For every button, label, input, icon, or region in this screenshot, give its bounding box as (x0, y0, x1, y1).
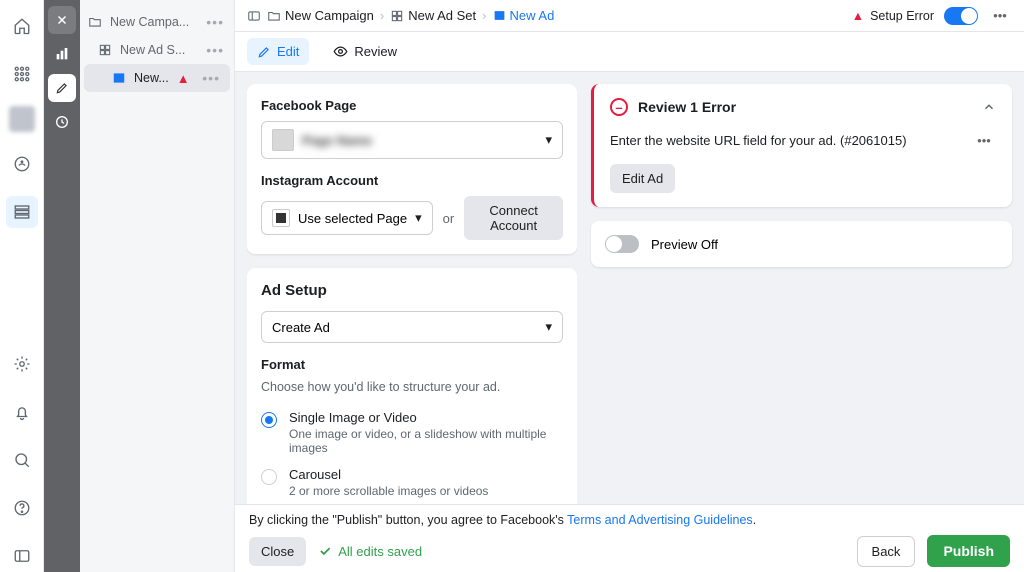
tree-adset-more[interactable]: ••• (204, 42, 226, 58)
more-options-icon[interactable]: ••• (988, 4, 1012, 28)
connect-account-button[interactable]: Connect Account (464, 196, 563, 240)
apps-icon[interactable] (6, 58, 38, 90)
tree-campaign[interactable]: New Campa... ••• (80, 8, 234, 36)
ad-setup-title: Ad Setup (261, 282, 563, 299)
setup-error-indicator[interactable]: ▲Setup Error (852, 9, 934, 23)
instagram-account-label: Instagram Account (261, 173, 563, 188)
search-icon[interactable] (6, 444, 38, 476)
saved-indicator: All edits saved (318, 544, 422, 559)
topbar: New Campaign › New Ad Set › New Ad ▲Setu… (235, 0, 1024, 32)
error-title: Review 1 Error (638, 99, 736, 115)
publish-button[interactable]: Publish (927, 535, 1010, 567)
terms-link[interactable]: Terms and Advertising Guidelines (567, 513, 753, 527)
global-nav-rail (0, 0, 44, 572)
tree-ad-warning-icon: ▲ (177, 71, 190, 86)
main-content: New Campaign › New Ad Set › New Ad ▲Setu… (235, 0, 1024, 572)
or-text: or (443, 211, 455, 226)
crumb-adset[interactable]: New Ad Set (390, 8, 476, 23)
crumb-ad[interactable]: New Ad (493, 8, 555, 23)
edit-ad-button[interactable]: Edit Ad (610, 164, 675, 193)
chart-icon[interactable] (48, 40, 76, 68)
identity-card: Facebook Page Page Name ▾ Instagram Acco… (247, 84, 577, 254)
chevron-right-icon: › (380, 8, 384, 23)
format-option-carousel[interactable]: Carousel2 or more scrollable images or v… (261, 461, 563, 504)
warning-icon: ▲ (852, 9, 864, 23)
tree-adset-label: New Ad S... (120, 43, 185, 57)
format-hint: Choose how you'd like to structure your … (261, 380, 563, 394)
preview-label: Preview Off (651, 237, 718, 252)
home-icon[interactable] (6, 10, 38, 42)
tree-adset[interactable]: New Ad S... ••• (80, 36, 234, 64)
active-toggle[interactable] (944, 7, 978, 25)
tab-edit[interactable]: Edit (247, 38, 309, 65)
radio-icon (261, 412, 277, 428)
instagram-select[interactable]: Use selected Page ▾ (261, 201, 433, 235)
format-label: Format (261, 357, 563, 372)
radio-icon (261, 469, 277, 485)
settings-icon[interactable] (6, 348, 38, 380)
ad-setup-card: Ad Setup Create Ad ▾ Format Choose how y… (247, 268, 577, 504)
tab-review[interactable]: Review (323, 38, 407, 65)
create-ad-select[interactable]: Create Ad ▾ (261, 311, 563, 343)
notifications-icon[interactable] (6, 396, 38, 428)
collapse-icon[interactable] (6, 540, 38, 572)
help-icon[interactable] (6, 492, 38, 524)
history-icon[interactable] (48, 108, 76, 136)
tree-ad-more[interactable]: ••• (200, 70, 222, 86)
chevron-right-icon: › (482, 8, 486, 23)
tree-campaign-more[interactable]: ••• (204, 14, 226, 30)
gauge-icon[interactable] (6, 148, 38, 180)
tree-ad[interactable]: New... ▲ ••• (84, 64, 230, 92)
tree-ad-label: New... (134, 71, 169, 85)
caret-down-icon: ▾ (545, 319, 552, 335)
campaign-tree: New Campa... ••• New Ad S... ••• New... … (80, 0, 235, 572)
tabs-bar: Edit Review (235, 32, 1024, 72)
account-avatar[interactable] (9, 106, 35, 132)
error-card: – Review 1 Error Enter the website URL f… (591, 84, 1012, 207)
preview-toggle[interactable] (605, 235, 639, 253)
error-message: Enter the website URL field for your ad.… (610, 133, 907, 148)
format-option-single[interactable]: Single Image or VideoOne image or video,… (261, 404, 563, 461)
tree-campaign-label: New Campa... (110, 15, 189, 29)
error-more-icon[interactable]: ••• (972, 128, 996, 152)
edit-pencil-icon[interactable] (48, 74, 76, 102)
preview-card: Preview Off (591, 221, 1012, 267)
close-editor-icon[interactable] (48, 6, 76, 34)
ig-thumbnail (272, 209, 290, 227)
facebook-page-label: Facebook Page (261, 98, 563, 113)
error-icon: – (610, 98, 628, 116)
footer-disclaimer: By clicking the "Publish" button, you ag… (249, 513, 1010, 527)
page-thumbnail (272, 129, 294, 151)
instagram-value: Use selected Page (298, 211, 407, 226)
panel-toggle-icon[interactable] (247, 9, 261, 23)
back-button[interactable]: Back (857, 536, 916, 567)
caret-down-icon: ▾ (545, 132, 552, 148)
facebook-page-select[interactable]: Page Name ▾ (261, 121, 563, 159)
footer: By clicking the "Publish" button, you ag… (235, 504, 1024, 572)
caret-down-icon: ▾ (415, 210, 422, 226)
crumb-campaign[interactable]: New Campaign (267, 8, 374, 23)
facebook-page-value: Page Name (302, 133, 372, 148)
chevron-up-icon[interactable] (982, 100, 996, 114)
ads-manager-icon[interactable] (6, 196, 38, 228)
close-button[interactable]: Close (249, 537, 306, 566)
editor-rail (44, 0, 80, 572)
